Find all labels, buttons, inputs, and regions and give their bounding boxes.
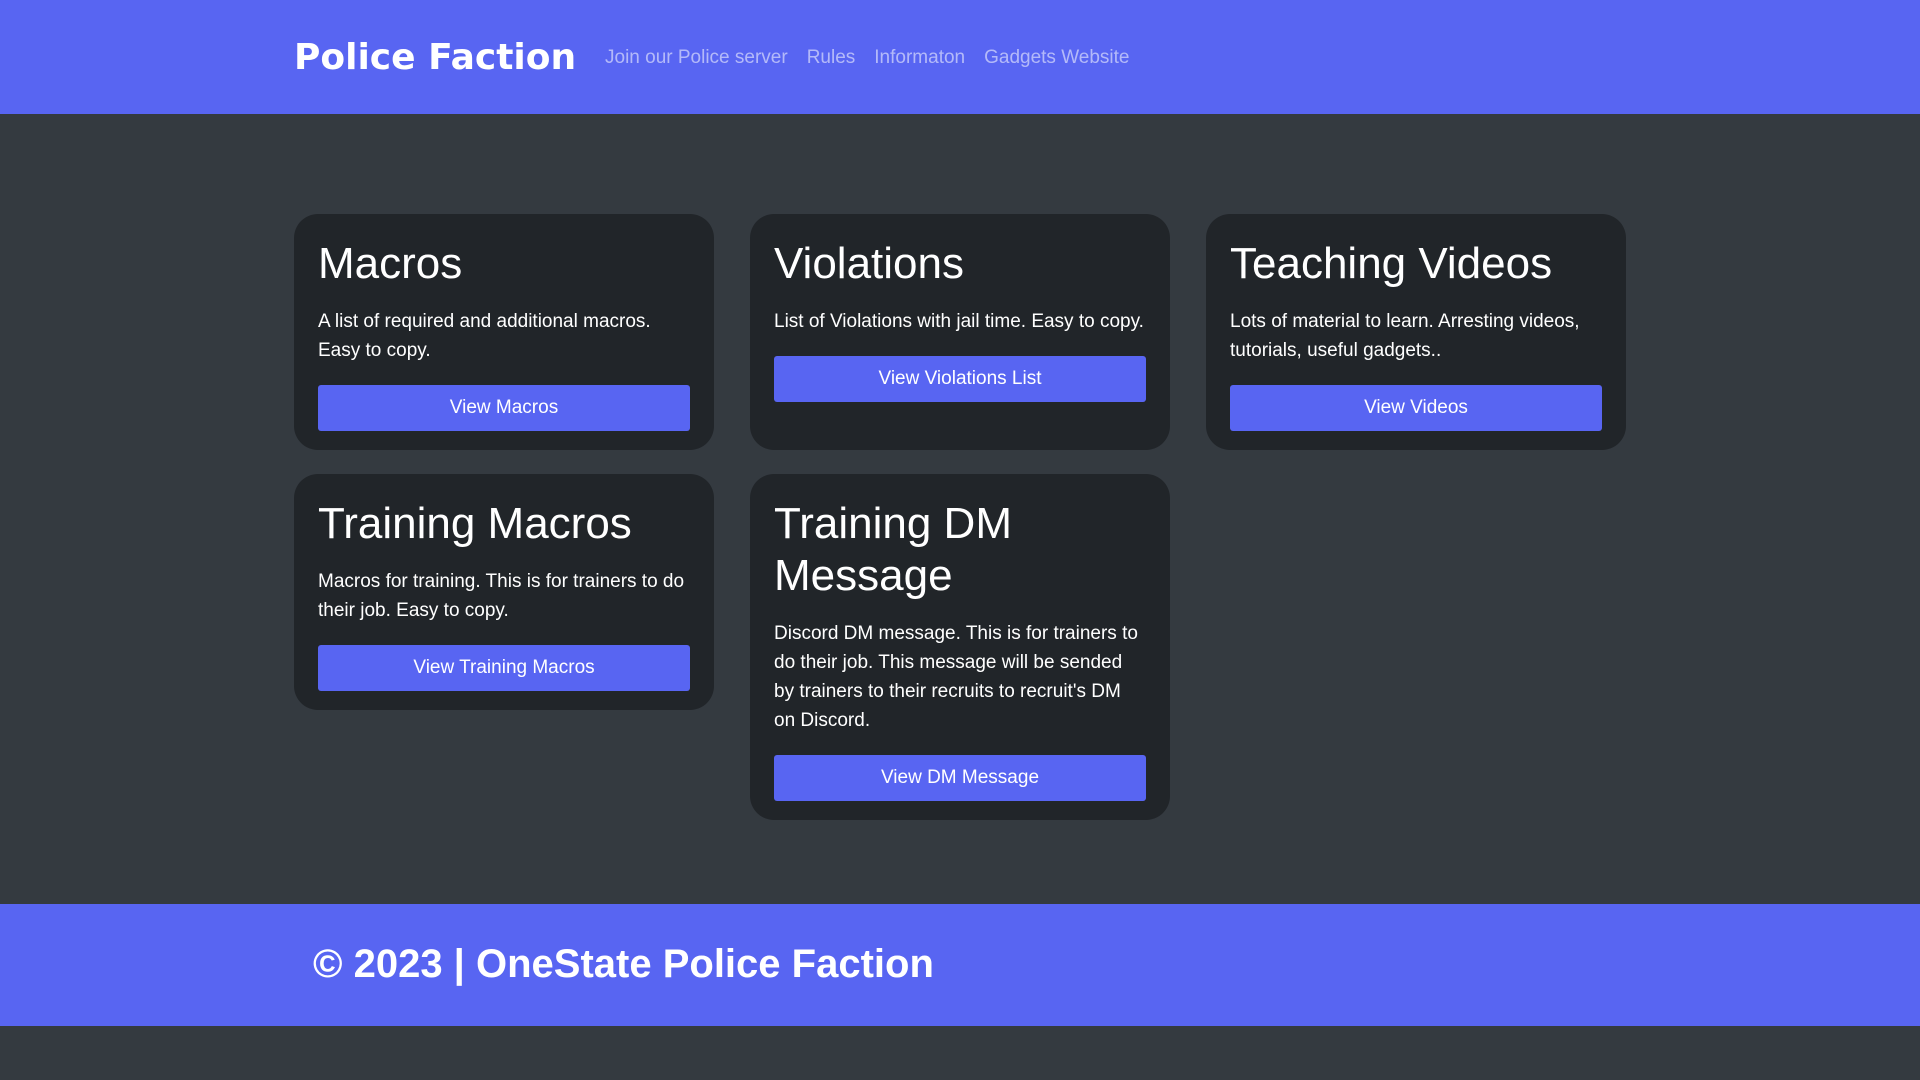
navbar: Police Faction Join our Police server Ru…	[0, 0, 1920, 114]
card-training-macros: Training Macros Macros for training. Thi…	[294, 474, 714, 710]
card-violations: Violations List of Violations with jail …	[750, 214, 1170, 450]
card-macros: Macros A list of required and additional…	[294, 214, 714, 450]
card-title: Teaching Videos	[1230, 239, 1553, 288]
card-teaching-videos: Teaching Videos Lots of material to lear…	[1206, 214, 1626, 450]
card-text: A list of required and additional macros…	[318, 311, 651, 361]
card-training-dm-message: Training DM Message Discord DM message. …	[750, 474, 1170, 820]
view-training-macros-button[interactable]: View Training Macros	[318, 645, 690, 691]
nav-link-gadgets-website[interactable]: Gadgets Website	[984, 44, 1129, 72]
nav-link-rules[interactable]: Rules	[807, 44, 856, 72]
card-title: Training DM Message	[774, 499, 1012, 600]
nav-link-information[interactable]: Informaton	[874, 44, 965, 72]
view-videos-button[interactable]: View Videos	[1230, 385, 1602, 431]
brand-link[interactable]: Police Faction	[294, 36, 576, 80]
footer: © 2023 | OneState Police Faction	[0, 904, 1920, 1026]
card-text: List of Violations with jail time. Easy …	[774, 311, 1144, 332]
card-title: Macros	[318, 239, 463, 288]
footer-copyright: © 2023 | OneState Police Faction	[313, 942, 934, 986]
card-text: Discord DM message. This is for trainers…	[774, 623, 1138, 731]
view-violations-button[interactable]: View Violations List	[774, 356, 1146, 402]
card-title: Training Macros	[318, 499, 632, 548]
nav-link-join-server[interactable]: Join our Police server	[605, 44, 788, 72]
view-macros-button[interactable]: View Macros	[318, 385, 690, 431]
card-text: Lots of material to learn. Arresting vid…	[1230, 311, 1580, 361]
nav-links: Join our Police server Rules Informaton …	[605, 44, 1149, 72]
card-title: Violations	[774, 239, 964, 288]
card-text: Macros for training. This is for trainer…	[318, 571, 685, 621]
view-dm-message-button[interactable]: View DM Message	[774, 755, 1146, 801]
